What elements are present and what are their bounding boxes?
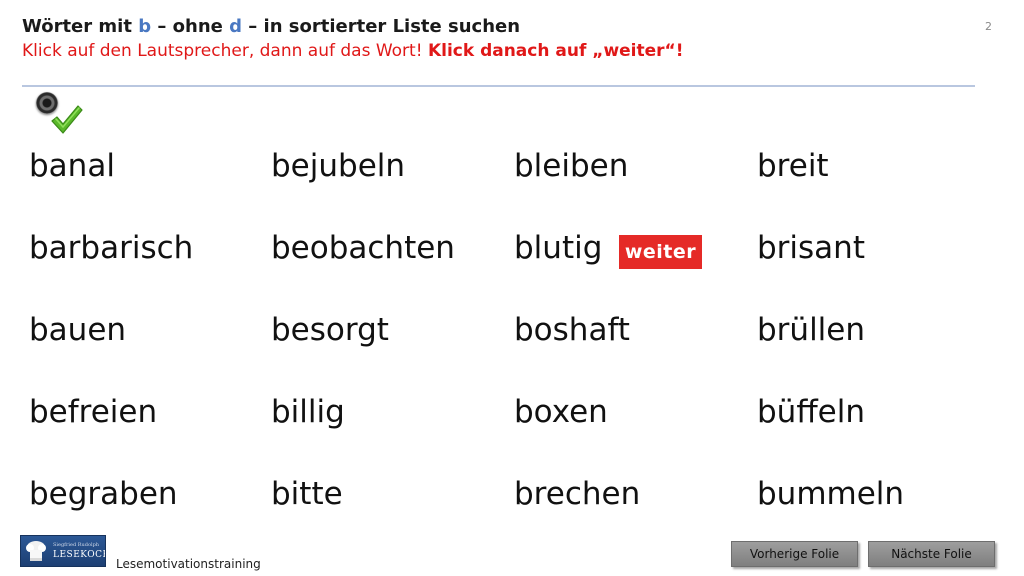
chef-hat-icon bbox=[26, 541, 46, 561]
instruction-text: Klick auf den Lautsprecher, dann auf das… bbox=[22, 41, 428, 61]
lesekoch-logo: Siegfried Rudolph LESEKOCH bbox=[20, 535, 106, 567]
word-blutig[interactable]: blutig bbox=[514, 233, 602, 264]
word-bauen[interactable]: bauen bbox=[29, 315, 126, 346]
checkmark-icon bbox=[51, 105, 83, 134]
word-brechen[interactable]: brechen bbox=[514, 479, 640, 510]
title-prefix: Wörter mit bbox=[22, 16, 139, 37]
word-beobachten[interactable]: beobachten bbox=[271, 233, 455, 264]
word-besorgt[interactable]: besorgt bbox=[271, 315, 389, 346]
word-bruellen[interactable]: brüllen bbox=[757, 315, 865, 346]
word-begraben[interactable]: begraben bbox=[29, 479, 178, 510]
slide-instruction: Klick auf den Lautsprecher, dann auf das… bbox=[22, 41, 683, 61]
word-barbarisch[interactable]: barbarisch bbox=[29, 233, 193, 264]
word-bummeln[interactable]: bummeln bbox=[757, 479, 904, 510]
logo-author-text: Siegfried Rudolph bbox=[53, 542, 99, 548]
word-boxen[interactable]: boxen bbox=[514, 397, 608, 428]
footer-label: Lesemotivationstraining bbox=[116, 557, 261, 571]
title-letter-b: b bbox=[138, 16, 152, 37]
word-bejubeln[interactable]: bejubeln bbox=[271, 151, 405, 182]
title-divider bbox=[22, 85, 975, 87]
word-boshaft[interactable]: boshaft bbox=[514, 315, 630, 346]
word-breit[interactable]: breit bbox=[757, 151, 829, 182]
previous-slide-button[interactable]: Vorherige Folie bbox=[731, 541, 858, 567]
instruction-bold-text: Klick danach auf „weiter“! bbox=[427, 41, 684, 61]
word-billig[interactable]: billig bbox=[271, 397, 345, 428]
slide-title: Wörter mit b – ohne d – in sortierter Li… bbox=[22, 16, 520, 37]
word-befreien[interactable]: befreien bbox=[29, 397, 157, 428]
logo-brand-text: LESEKOCH bbox=[53, 550, 106, 560]
next-slide-button[interactable]: Nächste Folie bbox=[868, 541, 995, 567]
title-letter-d: d bbox=[229, 16, 243, 37]
title-suffix: – in sortierter Liste suchen bbox=[242, 16, 521, 37]
word-bitte[interactable]: bitte bbox=[271, 479, 343, 510]
weiter-button[interactable]: weiter bbox=[619, 235, 702, 269]
title-mid: – ohne bbox=[151, 16, 230, 37]
word-bueffeln[interactable]: büffeln bbox=[757, 397, 865, 428]
slide-number: 2 bbox=[985, 20, 992, 33]
word-brisant[interactable]: brisant bbox=[757, 233, 865, 264]
word-banal[interactable]: banal bbox=[29, 151, 115, 182]
word-bleiben[interactable]: bleiben bbox=[514, 151, 628, 182]
